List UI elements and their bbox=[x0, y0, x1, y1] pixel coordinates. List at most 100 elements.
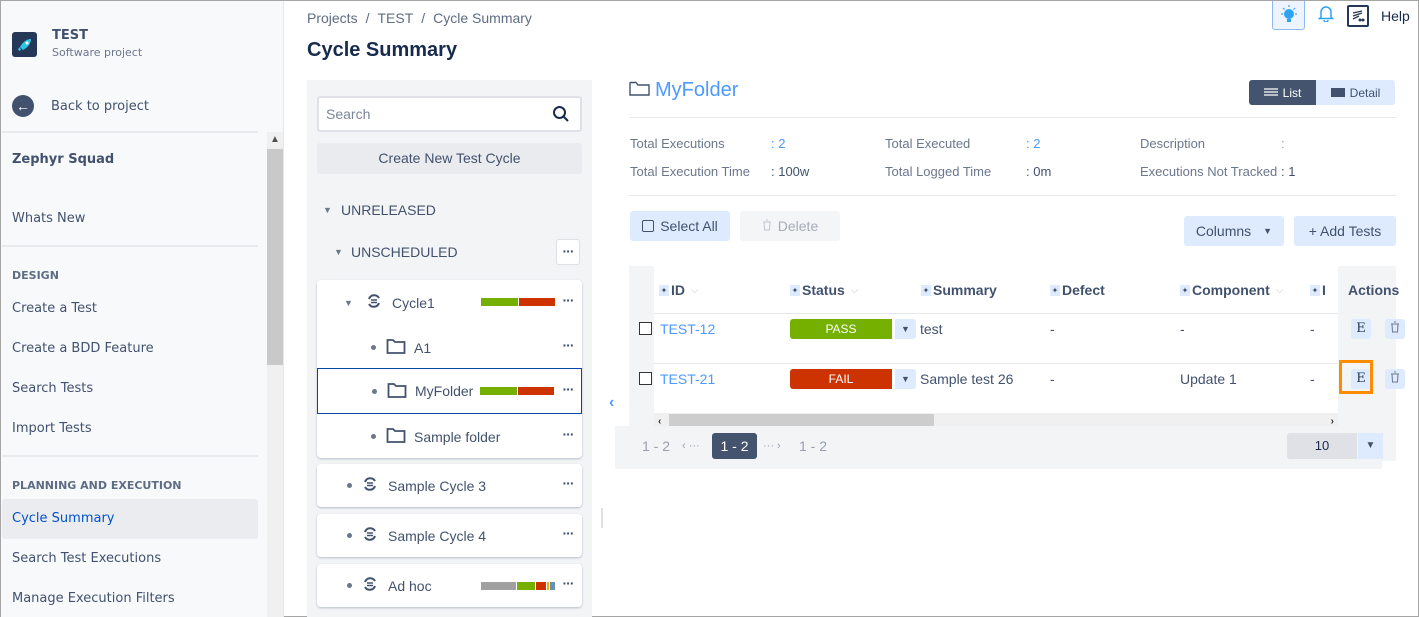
issue-id-link[interactable]: TEST-21 bbox=[660, 371, 715, 387]
add-tests-button[interactable]: + Add Tests bbox=[1294, 216, 1396, 246]
issue-id-link[interactable]: TEST-12 bbox=[660, 321, 715, 337]
app-title: Zephyr Squad bbox=[12, 152, 115, 167]
cycle-row-sample-cycle-3[interactable]: Sample Cycle 3 bbox=[317, 464, 582, 507]
total-exec-time-value: : 100w bbox=[771, 164, 810, 179]
sidebar-item-whats-new[interactable]: Whats New bbox=[2, 199, 258, 239]
cycle-card: Ad hoc ··· bbox=[317, 564, 582, 607]
column-header-summary[interactable]: ✦ Summary bbox=[921, 282, 997, 298]
breadcrumb-projects[interactable]: Projects bbox=[307, 10, 358, 26]
sidebar-item-execution-filters[interactable]: Manage Execution Filters bbox=[2, 579, 258, 617]
help-link[interactable]: Help bbox=[1381, 8, 1410, 24]
page-first[interactable]: 1 - 2 bbox=[642, 438, 670, 454]
list-view-button[interactable]: List bbox=[1249, 80, 1316, 105]
list-view-label: List bbox=[1282, 85, 1302, 100]
page-next[interactable]: ··· › bbox=[763, 440, 781, 452]
sidebar-item-search-executions[interactable]: Search Test Executions bbox=[2, 539, 258, 579]
select-all-button[interactable]: Select All bbox=[630, 211, 730, 241]
row-checkbox[interactable] bbox=[639, 372, 652, 385]
scroll-up-icon[interactable]: ▲ bbox=[267, 132, 283, 148]
row-checkbox[interactable] bbox=[639, 322, 652, 335]
status-dropdown-icon[interactable]: ▼ bbox=[895, 319, 916, 339]
lightbulb-icon[interactable] bbox=[1272, 1, 1305, 30]
page-prev[interactable]: ‹ ··· bbox=[682, 440, 700, 452]
scrollbar-thumb[interactable] bbox=[267, 149, 283, 365]
bullet-icon bbox=[347, 483, 352, 488]
select-all-label: Select All bbox=[660, 218, 718, 234]
delete-button[interactable]: Delete bbox=[740, 211, 840, 241]
column-header-component[interactable]: ✦ Component ⌵ bbox=[1180, 282, 1283, 298]
sidebar: TEST Software project ← Back to project … bbox=[1, 1, 284, 617]
sidebar-item-search-tests[interactable]: Search Tests bbox=[2, 369, 258, 409]
columns-button[interactable]: Columns ▼ bbox=[1184, 216, 1284, 246]
pin-icon[interactable]: ✦ bbox=[790, 284, 800, 296]
trash-icon bbox=[762, 218, 772, 234]
cycle-icon bbox=[362, 576, 378, 595]
pin-icon[interactable]: ✦ bbox=[1310, 284, 1320, 296]
bullet-icon bbox=[372, 388, 377, 394]
sidebar-item-import-tests[interactable]: Import Tests bbox=[2, 409, 258, 449]
project-name: TEST bbox=[52, 28, 88, 43]
cycle-more-button[interactable]: ··· bbox=[556, 522, 580, 548]
folder-icon bbox=[386, 426, 406, 447]
column-header-truncated[interactable]: ✦ I bbox=[1310, 282, 1338, 298]
create-test-cycle-button[interactable]: Create New Test Cycle bbox=[317, 143, 582, 174]
total-executed-value[interactable]: : 2 bbox=[1026, 136, 1040, 151]
pagination: 1 - 2 ‹ ··· 1 - 2 ··· › 1 - 2 10 ▼ bbox=[615, 426, 1383, 469]
folder-row-a1[interactable]: A1 bbox=[317, 325, 582, 370]
bell-icon[interactable] bbox=[1317, 4, 1335, 27]
breadcrumb-separator: / bbox=[421, 10, 426, 26]
progress-segment-fail bbox=[518, 298, 555, 306]
schedule-more-button[interactable]: ··· bbox=[556, 239, 580, 265]
cycle-more-button[interactable]: ··· bbox=[556, 572, 580, 598]
edit-execution-button[interactable]: E bbox=[1351, 319, 1371, 339]
schedule-unscheduled[interactable]: ▼ UNSCHEDULED bbox=[334, 244, 458, 260]
column-header-id[interactable]: ✦ ID ⌵ bbox=[659, 282, 699, 298]
column-header-defect[interactable]: ✦ Defect bbox=[1050, 282, 1105, 298]
total-executions-label: Total Executions bbox=[630, 136, 725, 151]
pin-icon[interactable]: ✦ bbox=[1050, 284, 1060, 296]
chevron-down-icon: ▼ bbox=[344, 297, 353, 308]
highlight-box bbox=[1339, 360, 1373, 394]
panel-resize-handle[interactable] bbox=[601, 508, 603, 528]
column-header-status[interactable]: ✦ Status ⌵ bbox=[790, 282, 858, 298]
defect-cell: - bbox=[1050, 371, 1055, 387]
chevron-down-icon: ▼ bbox=[1263, 226, 1273, 236]
divider bbox=[2, 245, 258, 247]
sidebar-item-create-test[interactable]: Create a Test bbox=[2, 289, 258, 329]
cycle-progress-bar bbox=[481, 582, 555, 590]
folder-row-sample-folder[interactable]: Sample folder bbox=[317, 414, 582, 459]
total-exec-time-label: Total Execution Time bbox=[630, 164, 750, 179]
page-size-select[interactable]: 10 bbox=[1287, 433, 1357, 459]
search-input[interactable] bbox=[319, 98, 539, 130]
chevron-down-icon[interactable]: ▼ bbox=[1358, 433, 1383, 459]
breadcrumb-separator: / bbox=[365, 10, 370, 26]
description-value: : bbox=[1281, 136, 1285, 151]
delete-execution-button[interactable] bbox=[1385, 369, 1405, 389]
page-last[interactable]: 1 - 2 bbox=[799, 438, 827, 454]
app-switcher-icon[interactable] bbox=[1347, 4, 1369, 27]
collapse-panel-icon[interactable]: ‹ bbox=[609, 394, 614, 412]
status-badge[interactable]: FAIL bbox=[790, 369, 892, 389]
cycle-more-button[interactable]: ··· bbox=[556, 289, 580, 315]
search-icon[interactable] bbox=[552, 105, 570, 128]
status-badge[interactable]: PASS bbox=[790, 319, 892, 339]
cycle-more-button[interactable]: ··· bbox=[556, 472, 580, 498]
folder-more-button[interactable]: ··· bbox=[556, 334, 580, 360]
delete-execution-button[interactable] bbox=[1385, 319, 1405, 339]
pin-icon[interactable]: ✦ bbox=[1180, 284, 1190, 296]
status-dropdown-icon[interactable]: ▼ bbox=[895, 369, 916, 389]
detail-view-button[interactable]: Detail bbox=[1316, 80, 1395, 105]
sidebar-item-create-bdd[interactable]: Create a BDD Feature bbox=[2, 329, 258, 369]
total-executions-value[interactable]: : 2 bbox=[771, 136, 785, 151]
version-unreleased[interactable]: ▼ UNRELEASED bbox=[323, 202, 436, 218]
sidebar-item-cycle-summary[interactable]: Cycle Summary bbox=[2, 499, 258, 539]
cycle-row-sample-cycle-4[interactable]: Sample Cycle 4 bbox=[317, 514, 582, 557]
folder-more-button[interactable]: ··· bbox=[556, 378, 580, 404]
breadcrumb-test[interactable]: TEST bbox=[377, 10, 413, 26]
page-current[interactable]: 1 - 2 bbox=[712, 433, 757, 459]
pin-icon[interactable]: ✦ bbox=[921, 284, 931, 296]
back-to-project-link[interactable]: ← Back to project bbox=[12, 95, 149, 117]
folder-more-button[interactable]: ··· bbox=[556, 423, 580, 449]
pin-icon[interactable]: ✦ bbox=[659, 284, 669, 296]
not-tracked-label: Executions Not Tracked bbox=[1140, 164, 1278, 179]
